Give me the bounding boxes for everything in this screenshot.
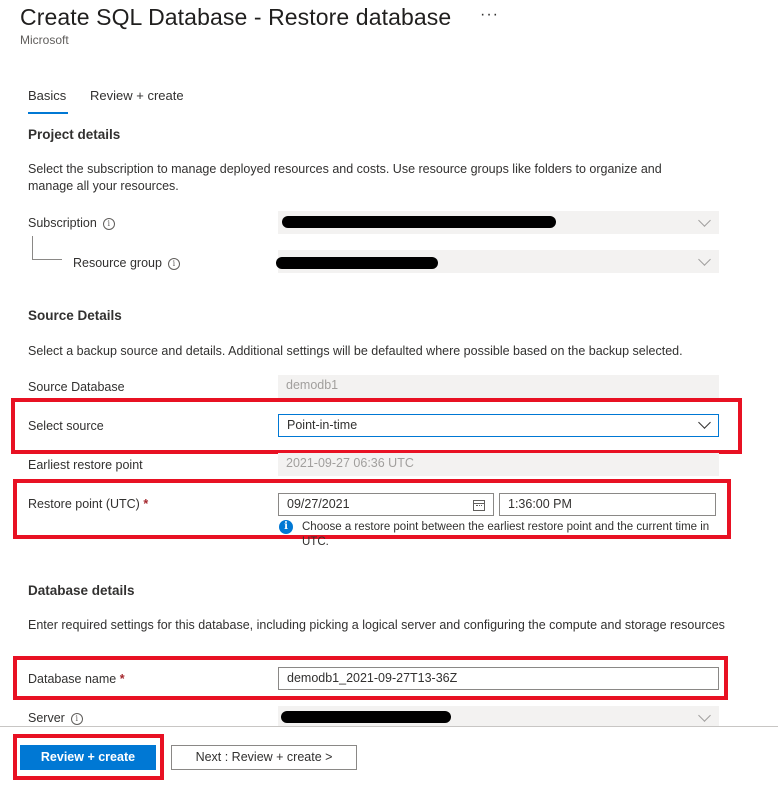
database-name-value: demodb1_2021-09-27T13-36Z (287, 671, 458, 685)
required-mark: * (143, 497, 149, 511)
select-source-dropdown[interactable]: Point-in-time (278, 414, 719, 437)
active-tab-indicator (28, 112, 68, 114)
info-icon: i (279, 520, 293, 534)
footer-divider (0, 726, 778, 727)
restore-date-value: 09/27/2021 (287, 497, 350, 511)
restore-time-input[interactable]: 1:36:00 PM (499, 493, 716, 516)
source-details-description: Select a backup source and details. Addi… (28, 344, 683, 358)
info-icon[interactable]: i (167, 257, 180, 270)
source-database-label: Source Database (28, 380, 125, 394)
next-review-create-button[interactable]: Next : Review + create > (171, 745, 357, 770)
project-details-title: Project details (28, 127, 121, 142)
redacted-subscription (282, 216, 556, 228)
tree-connector (32, 236, 33, 260)
source-details-title: Source Details (28, 308, 122, 323)
restore-point-label: Restore point (UTC) * (28, 497, 149, 511)
info-icon[interactable]: i (102, 217, 115, 230)
restore-point-hint: Choose a restore point between the earli… (302, 521, 710, 548)
required-mark: * (119, 672, 125, 686)
restore-time-value: 1:36:00 PM (508, 497, 572, 511)
publisher-label: Microsoft (20, 33, 69, 47)
calendar-icon[interactable] (473, 500, 485, 511)
earliest-restore-point-label: Earliest restore point (28, 458, 143, 472)
tree-connector (32, 259, 62, 260)
database-name-input[interactable]: demodb1_2021-09-27T13-36Z (278, 667, 719, 690)
select-source-label: Select source (28, 419, 104, 433)
select-source-value: Point-in-time (287, 418, 358, 432)
restore-date-input[interactable]: 09/27/2021 (278, 493, 494, 516)
resource-group-label: Resource group i (73, 256, 180, 270)
info-icon[interactable]: i (70, 712, 83, 725)
more-options-icon[interactable]: ··· (480, 6, 499, 24)
database-details-description: Enter required settings for this databas… (28, 618, 725, 632)
tab-review-create[interactable]: Review + create (90, 88, 184, 103)
server-label: Server i (28, 711, 83, 725)
project-details-description: Select the subscription to manage deploy… (28, 162, 662, 193)
review-create-button[interactable]: Review + create (20, 745, 156, 770)
source-database-field: demodb1 (278, 375, 719, 398)
subscription-label: Subscription i (28, 216, 115, 230)
tab-basics[interactable]: Basics (28, 88, 66, 103)
database-name-label: Database name * (28, 672, 125, 686)
earliest-restore-point-field: 2021-09-27 06:36 UTC (278, 453, 719, 476)
page-title: Create SQL Database - Restore database (20, 4, 452, 30)
redacted-server (281, 711, 451, 723)
database-details-title: Database details (28, 583, 135, 598)
redacted-resource-group (276, 257, 438, 269)
